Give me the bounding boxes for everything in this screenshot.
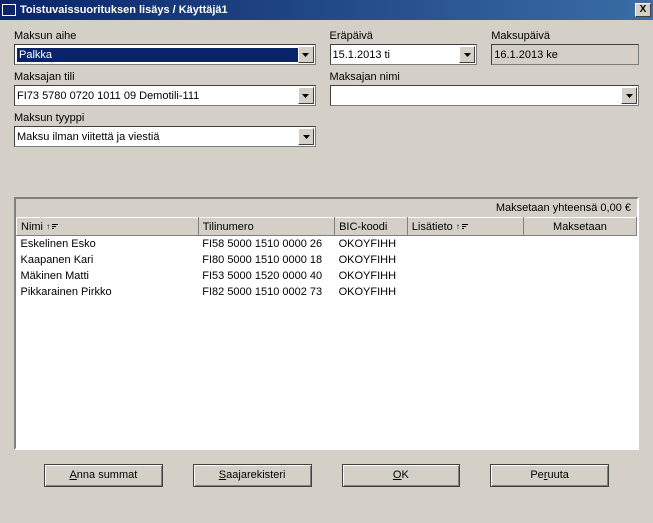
col-maksetaan[interactable]: Maksetaan — [523, 218, 636, 236]
close-button[interactable]: X — [635, 3, 651, 17]
erapaiva-value: 15.1.2013 ti — [333, 49, 475, 61]
chevron-down-icon[interactable] — [621, 87, 637, 104]
chevron-down-icon[interactable] — [459, 46, 475, 63]
label-maksupaiva: Maksupäivä — [491, 30, 639, 42]
payee-table[interactable]: Nimi ↑ Tilinumero BIC-koodi Lisätieto ↑ … — [15, 217, 638, 449]
sort-indicator-icon: ↑ — [52, 223, 58, 229]
sort-indicator-icon: ↑ — [462, 223, 468, 229]
table-row[interactable]: Eskelinen EskoFI58 5000 1510 0000 26OKOY… — [17, 236, 637, 252]
table-frame: Maksetaan yhteensä 0,00 € Nimi ↑ Tilinum… — [14, 197, 639, 450]
label-maksajan-nimi: Maksajan nimi — [330, 71, 640, 83]
dialog-body: Maksun aihe Palkka Eräpäivä 15.1.2013 ti… — [0, 20, 653, 497]
saajarekisteri-button[interactable]: Saajarekisteri — [193, 464, 312, 487]
label-maksun-aihe: Maksun aihe — [14, 30, 316, 42]
table-row[interactable]: Mäkinen MattiFI53 5000 1520 0000 40OKOYF… — [17, 268, 637, 284]
chevron-down-icon[interactable] — [298, 46, 314, 63]
window-title: Toistuvaissuorituksen lisäys / Käyttäjä1 — [20, 4, 635, 16]
col-lisatieto[interactable]: Lisätieto ↑ — [407, 218, 523, 236]
chevron-down-icon[interactable] — [298, 128, 314, 145]
col-tilinumero[interactable]: Tilinumero — [198, 218, 334, 236]
col-bic[interactable]: BIC-koodi — [335, 218, 408, 236]
erapaiva-combo[interactable]: 15.1.2013 ti — [330, 44, 478, 65]
app-icon — [2, 4, 16, 16]
maksajan-tili-value: FI73 5780 0720 1011 09 Demotili-111 — [17, 90, 313, 102]
maksajan-nimi-combo[interactable] — [330, 85, 640, 106]
chevron-down-icon[interactable] — [298, 87, 314, 104]
maksun-tyyppi-combo[interactable]: Maksu ilman viitettä ja viestiä — [14, 126, 316, 147]
maksajan-tili-combo[interactable]: FI73 5780 0720 1011 09 Demotili-111 — [14, 85, 316, 106]
anna-summat-button[interactable]: Anna summat — [44, 464, 163, 487]
table-row[interactable]: Kaapanen KariFI80 5000 1510 0000 18OKOYF… — [17, 252, 637, 268]
maksun-tyyppi-value: Maksu ilman viitettä ja viestiä — [17, 131, 313, 143]
titlebar: Toistuvaissuorituksen lisäys / Käyttäjä1… — [0, 0, 653, 20]
ok-button[interactable]: OK — [342, 464, 461, 487]
maksupaiva-value: 16.1.2013 ke — [494, 49, 558, 61]
col-nimi[interactable]: Nimi ↑ — [17, 218, 199, 236]
maksun-aihe-value: Palkka — [17, 48, 313, 62]
maksun-aihe-combo[interactable]: Palkka — [14, 44, 316, 65]
total-label: Maksetaan yhteensä 0,00 € — [15, 198, 638, 217]
peruuta-button[interactable]: Peruuta — [490, 464, 609, 487]
label-maksun-tyyppi: Maksun tyyppi — [14, 112, 316, 124]
maksupaiva-field: 16.1.2013 ke — [491, 44, 639, 65]
table-row[interactable]: Pikkarainen PirkkoFI82 5000 1510 0002 73… — [17, 284, 637, 300]
label-maksajan-tili: Maksajan tili — [14, 71, 316, 83]
label-erapaiva: Eräpäivä — [330, 30, 478, 42]
